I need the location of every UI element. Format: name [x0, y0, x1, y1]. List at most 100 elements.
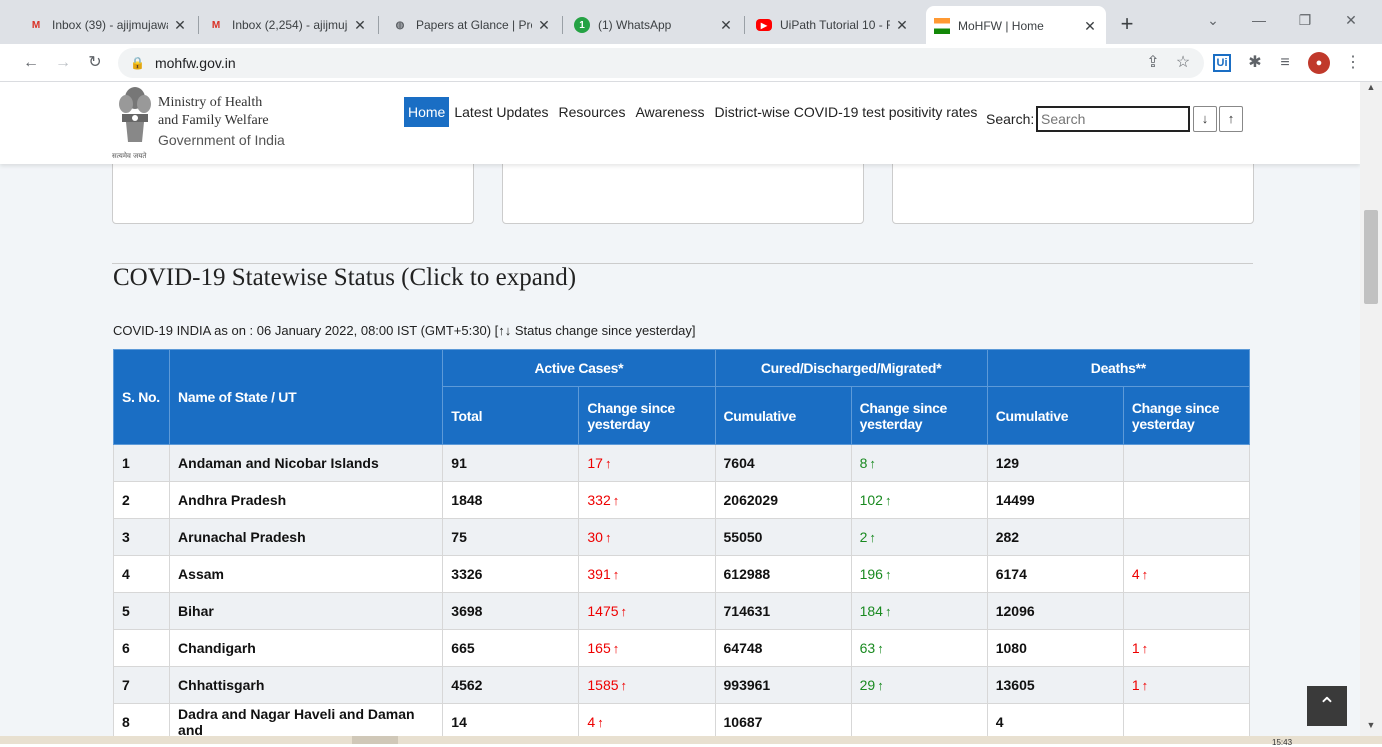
new-tab-button[interactable]: + [1117, 12, 1137, 36]
browser-toolbar: ← → ↻ 🔒 mohfw.gov.in ⇪ ☆ Ui ✱ ≡ ● ⋮ [0, 44, 1382, 82]
table-row[interactable]: 1 Andaman and Nicobar Islands 91 17 ↑ 7604 8 ↑ 1… [112, 444, 1251, 482]
browser-tab[interactable]: ◍ Papers at Glance | Pro ✕ [384, 9, 560, 41]
cell-cured: 10687 [714, 703, 852, 736]
url-text: mohfw.gov.in [154, 55, 236, 71]
arrow-up-icon: ↑ [869, 456, 876, 471]
nav-district-positivity[interactable]: District-wise COVID-19 test positivity r… [709, 101, 982, 123]
cell-sno: 3 [112, 518, 171, 556]
bookmark-star-icon[interactable]: ☆ [1172, 52, 1194, 74]
cell-value: 332 [587, 492, 611, 508]
cell-value: 612988 [723, 566, 771, 582]
cell-name: Andhra Pradesh [169, 481, 444, 519]
tab-search-icon[interactable]: ⌄ [1198, 12, 1228, 29]
header-deaths-change[interactable]: Change since yesterday [1122, 386, 1251, 445]
header-active-change[interactable]: Change since yesterday [578, 386, 716, 445]
statewise-heading[interactable]: COVID-19 Statewise Status (Click to expa… [113, 264, 576, 292]
table-row[interactable]: 2 Andhra Pradesh 1848 332 ↑ 2062029 102 ↑ 14499 [112, 481, 1251, 519]
browser-tab[interactable]: ▶ UiPath Tutorial 10 - Re ✕ [748, 9, 918, 41]
cell-active-change: 391 ↑ [578, 555, 716, 593]
table-row[interactable]: 3 Arunachal Pradesh 75 30 ↑ 55050 2 ↑ 282 [112, 518, 1251, 556]
ministry-line-2: and Family Welfare [158, 113, 269, 128]
tab-close-icon[interactable]: ✕ [1082, 18, 1098, 35]
whatsapp-icon: 1 [574, 17, 590, 33]
address-bar[interactable]: 🔒 mohfw.gov.in [118, 48, 1204, 78]
tab-close-icon[interactable]: ✕ [172, 17, 188, 34]
cell-deaths-change [1122, 703, 1251, 736]
window-close-icon[interactable]: ✕ [1336, 12, 1366, 29]
tab-close-icon[interactable]: ✕ [536, 17, 552, 34]
cell-value: 665 [451, 640, 475, 656]
arrow-up-icon: ↑ [1141, 641, 1149, 656]
uipath-extension-icon[interactable]: Ui [1213, 54, 1231, 72]
cell-value: 1 [1131, 640, 1140, 656]
gmail-icon: M [211, 19, 221, 31]
table-row[interactable]: 5 Bihar 3698 1475 ↑ 714631 184 ↑ 12096 [112, 592, 1251, 630]
browser-tab[interactable]: M Inbox (39) - ajijmujawar ✕ [20, 9, 196, 41]
arrow-up-icon: ↑ [869, 530, 876, 545]
tab-close-icon[interactable]: ✕ [718, 17, 734, 34]
scroll-down-arrow-icon[interactable]: ▼ [1360, 720, 1382, 734]
header-deaths-cumulative[interactable]: Cumulative [986, 386, 1124, 445]
back-icon[interactable]: ← [20, 52, 42, 74]
reload-icon[interactable]: ↻ [84, 52, 106, 74]
table-row[interactable]: 8 Dadra and Nagar Haveli and Daman and 14 4… [112, 703, 1251, 736]
browser-tab[interactable]: MoHFW | Home ✕ [926, 6, 1106, 46]
browser-tab[interactable]: 1 (1) WhatsApp ✕ [566, 9, 742, 41]
forward-icon[interactable]: → [52, 52, 74, 74]
scrollbar-thumb[interactable] [1364, 210, 1378, 304]
minimize-icon[interactable]: — [1244, 12, 1274, 28]
table-body: 1 Andaman and Nicobar Islands 91 17 ↑ 7604 8 ↑ 1… [112, 444, 1251, 736]
table-row[interactable]: 7 Chhattisgarh 4562 1585 ↑ 993961 29 ↑ 13605 1 ↑ [112, 666, 1251, 704]
cell-value: 63 [859, 640, 876, 656]
tab-title: MoHFW | Home [958, 19, 1044, 33]
browser-tab[interactable]: M Inbox (2,254) - ajijmujawar ✕ [200, 9, 376, 41]
cell-value: Chhattisgarh [178, 677, 265, 693]
back-to-top-button[interactable]: ⌃ [1307, 686, 1347, 726]
cell-value: 6 [122, 640, 130, 656]
extensions-puzzle-icon[interactable]: ✱ [1244, 52, 1266, 74]
search-down-button[interactable]: ↓ [1193, 106, 1217, 132]
nav-home[interactable]: Home [404, 97, 450, 127]
scroll-up-arrow-icon[interactable]: ▲ [1360, 82, 1382, 96]
tab-close-icon[interactable]: ✕ [352, 17, 368, 34]
table-row[interactable]: 4 Assam 3326 391 ↑ 612988 196 ↑ 6174 4 ↑ [112, 555, 1251, 593]
cell-value: 1080 [995, 640, 1027, 656]
cell-active: 91 [442, 444, 580, 482]
cell-value: 4 [1131, 566, 1140, 582]
cell-value: 6174 [995, 566, 1027, 582]
cell-value: 75 [451, 529, 467, 545]
cell-value: 102 [859, 492, 883, 508]
cell-active: 665 [442, 629, 580, 667]
nav-awareness[interactable]: Awareness [630, 101, 709, 123]
header-cured-cumulative[interactable]: Cumulative [714, 386, 852, 445]
scrollbar[interactable]: ▲ ▼ [1360, 82, 1382, 736]
reading-list-icon[interactable]: ≡ [1274, 52, 1296, 74]
cell-deaths-change [1122, 592, 1251, 630]
cell-cured: 993961 [714, 666, 852, 704]
tab-close-icon[interactable]: ✕ [894, 17, 910, 34]
statewise-table-wrap: S. No. Name of State / UT Active Cases* … [112, 349, 1251, 736]
arrow-up-icon: ↑ [877, 641, 884, 656]
share-icon[interactable]: ⇪ [1142, 52, 1164, 74]
cell-value: Bihar [178, 603, 214, 619]
search-input[interactable] [1036, 106, 1190, 132]
restore-icon[interactable]: ❐ [1290, 12, 1320, 29]
table-row[interactable]: 6 Chandigarh 665 165 ↑ 64748 63 ↑ 1080 1 ↑ [112, 629, 1251, 667]
profile-avatar-icon[interactable]: ● [1308, 52, 1330, 74]
cell-value: 1 [1131, 677, 1140, 693]
nav-latest-updates[interactable]: Latest Updates [449, 101, 553, 123]
header-cured-change[interactable]: Change since yesterday [850, 386, 988, 445]
cell-deaths-change [1122, 481, 1251, 519]
search-up-button[interactable]: ↑ [1219, 106, 1243, 132]
cell-sno: 6 [112, 629, 171, 667]
nav-resources[interactable]: Resources [554, 101, 631, 123]
header-deaths: Deaths** [986, 349, 1251, 387]
cell-name: Andaman and Nicobar Islands [169, 444, 444, 482]
menu-kebab-icon[interactable]: ⋮ [1342, 52, 1364, 74]
header-state-name[interactable]: Name of State / UT [169, 349, 444, 445]
header-active-total[interactable]: Total [442, 386, 580, 445]
arrow-up-icon: ↑ [612, 567, 620, 582]
header-sno[interactable]: S. No. [112, 349, 171, 445]
ministry-title[interactable]: Ministry of Health and Family Welfare [158, 94, 269, 130]
cell-active: 14 [442, 703, 580, 736]
